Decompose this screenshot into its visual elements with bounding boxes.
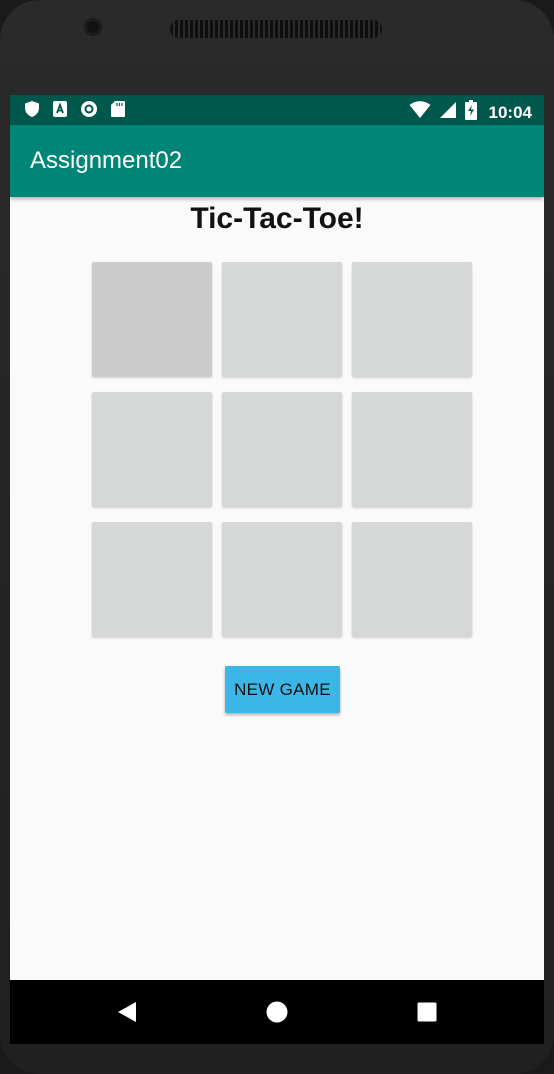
status-time: 10:04 [488, 102, 532, 122]
earpiece-speaker [170, 20, 382, 38]
home-icon[interactable] [261, 996, 293, 1028]
board-cell-4[interactable] [92, 392, 212, 507]
board-cell-9[interactable] [352, 522, 472, 637]
app-title: Assignment02 [30, 147, 183, 174]
new-game-button[interactable]: NEW GAME [225, 666, 340, 713]
circle-notification-icon [80, 100, 98, 123]
app-bar: Assignment02 [10, 125, 544, 197]
device-frame: 10:04 Assignment02 Tic-Tac-Toe! NEW GAME [0, 0, 554, 1074]
board-cell-3[interactable] [352, 262, 472, 377]
a-notification-icon [52, 100, 68, 123]
sd-card-icon [110, 100, 126, 123]
status-icons-left [24, 100, 126, 123]
signal-icon [439, 101, 457, 124]
board-cell-6[interactable] [352, 392, 472, 507]
game-title: Tic-Tac-Toe! [190, 202, 364, 235]
board-cell-2[interactable] [222, 262, 342, 377]
back-icon[interactable] [111, 996, 143, 1028]
board-cell-1[interactable] [92, 262, 212, 377]
front-camera [84, 18, 102, 36]
status-icons-right: 10:04 [409, 100, 532, 125]
board-cell-7[interactable] [92, 522, 212, 637]
status-bar: 10:04 [10, 95, 544, 125]
screen: 10:04 Assignment02 Tic-Tac-Toe! NEW GAME [10, 95, 544, 1044]
shield-icon [24, 100, 40, 123]
battery-charging-icon [464, 100, 477, 125]
board-cell-5[interactable] [222, 392, 342, 507]
navigation-bar [10, 980, 544, 1044]
tic-tac-toe-board [92, 262, 472, 637]
wifi-icon [409, 101, 431, 124]
board-cell-8[interactable] [222, 522, 342, 637]
recents-icon[interactable] [411, 996, 443, 1028]
